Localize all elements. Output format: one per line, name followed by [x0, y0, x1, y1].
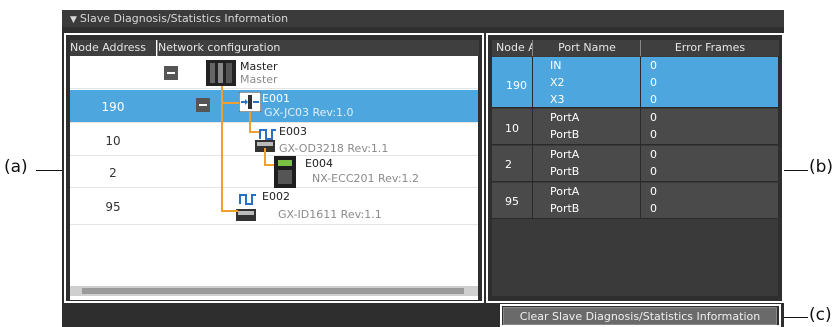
column-header-node-address[interactable]: Node Address [70, 40, 156, 56]
e004-model: NX-ECC201 Rev:1.2 [312, 172, 420, 185]
callout-a: (a) [4, 157, 28, 177]
port-name: PortB [550, 128, 580, 141]
wire-e003-down [264, 148, 266, 165]
column-header-port-name[interactable]: Port Name [532, 40, 641, 56]
port-name: PortA [550, 185, 580, 198]
port-node-95: 95 [505, 195, 519, 208]
wire-to-e004 [264, 164, 274, 166]
column-header-network-configuration[interactable]: Network configuration [157, 40, 479, 56]
error-count: 0 [650, 76, 657, 89]
callout-b: (b) [809, 157, 834, 177]
master-name: Master [240, 60, 278, 73]
error-count: 0 [650, 185, 657, 198]
port-node-190: 190 [506, 79, 527, 92]
port-name: X2 [550, 76, 565, 89]
error-count: 0 [650, 165, 657, 178]
port-name: PortA [550, 111, 580, 124]
port-row-190[interactable] [492, 57, 778, 108]
e001-model: GX-JC03 Rev:1.0 [264, 106, 354, 119]
error-count: 0 [650, 111, 657, 124]
port-row-95[interactable] [492, 183, 778, 219]
error-count: 0 [650, 148, 657, 161]
error-count: 0 [650, 59, 657, 72]
port-name: PortA [550, 148, 580, 161]
node-address-190: 190 [101, 100, 125, 114]
horizontal-scrollbar[interactable] [70, 286, 478, 296]
port-name: IN [550, 59, 562, 72]
callout-c: (c) [809, 305, 832, 325]
port-name: PortB [550, 165, 580, 178]
callout-b-leader [784, 170, 808, 171]
wire-to-e001 [221, 102, 239, 104]
column-header-node[interactable]: Node A [492, 40, 532, 56]
right-col-divider [532, 57, 533, 219]
right-col-divider [640, 57, 641, 219]
port-name: X3 [550, 93, 565, 106]
collapse-e001-icon[interactable] [196, 98, 210, 112]
wire-to-e003 [249, 131, 259, 133]
scrollbar-thumb[interactable] [82, 288, 464, 294]
callout-c-leader [782, 317, 808, 318]
panel-title: Slave Diagnosis/Statistics Information [79, 12, 289, 25]
e003-name: E003 [279, 125, 307, 138]
junction-slave-icon [238, 91, 262, 113]
wire-master-trunk [221, 86, 223, 211]
node-address-2: 2 [109, 166, 117, 180]
collapse-master-icon[interactable] [164, 66, 178, 80]
port-row-10[interactable] [492, 109, 778, 145]
master-controller-icon [206, 60, 236, 86]
node-address-10: 10 [105, 134, 121, 148]
port-node-10: 10 [505, 122, 519, 135]
port-row-2[interactable] [492, 146, 778, 182]
e004-name: E004 [305, 157, 333, 170]
error-count: 0 [650, 202, 657, 215]
error-count: 0 [650, 128, 657, 141]
master-sub: Master [240, 73, 278, 86]
error-count: 0 [650, 93, 657, 106]
clear-statistics-button[interactable]: Clear Slave Diagnosis/Statistics Informa… [503, 307, 777, 325]
collapse-triangle-icon[interactable]: ▼ [70, 12, 77, 29]
wire-to-e002 [221, 210, 238, 212]
e001-name: E001 [262, 92, 290, 105]
port-node-2: 2 [505, 158, 512, 171]
coupler-unit-icon [274, 156, 296, 188]
column-header-error-frames[interactable]: Error Frames [640, 40, 779, 56]
node-address-95: 95 [105, 200, 121, 214]
port-name: PortB [550, 202, 580, 215]
wire-e001-down [249, 112, 251, 132]
callout-a-leader [36, 170, 64, 171]
panel-titlebar[interactable]: ▼ Slave Diagnosis/Statistics Information [62, 10, 784, 27]
e002-name: E002 [262, 190, 290, 203]
e002-device-icon [236, 206, 256, 221]
e003-model: GX-OD3218 Rev:1.1 [279, 142, 389, 155]
e002-model: GX-ID1611 Rev:1.1 [278, 208, 382, 221]
